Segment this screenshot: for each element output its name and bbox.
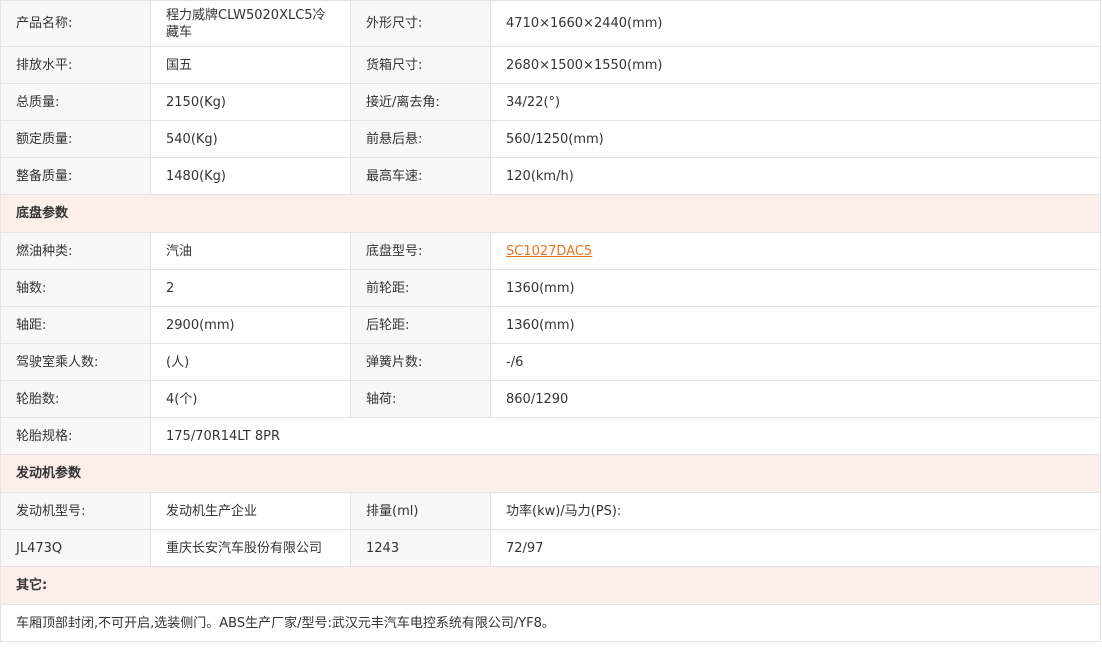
spec-value: 1360(mm): [490, 269, 1101, 307]
spec-value: 540(Kg): [150, 120, 351, 158]
spec-value: 2: [150, 269, 351, 307]
spec-value: 程力威牌CLW5020XLC5冷藏车: [150, 0, 351, 47]
spec-value: 175/70R14LT 8PR: [150, 417, 1101, 455]
spec-label: 驾驶室乘人数:: [0, 343, 151, 381]
engine-header: 发动机型号:: [0, 492, 151, 530]
spec-value: 34/22(°): [490, 83, 1101, 121]
spec-label: 接近/离去角:: [350, 83, 491, 121]
chassis-model-link[interactable]: SC1027DAC5: [506, 244, 592, 259]
spec-value: (人): [150, 343, 351, 381]
spec-value: 4710×1660×2440(mm): [490, 0, 1101, 47]
spec-row: 燃油种类: 汽油 底盘型号: SC1027DAC5: [0, 232, 1101, 270]
spec-value: 1360(mm): [490, 306, 1101, 344]
spec-row: 轴距: 2900(mm) 后轮距: 1360(mm): [0, 306, 1101, 344]
spec-row-product-name: 产品名称: 程力威牌CLW5020XLC5冷藏车 外形尺寸: 4710×1660…: [0, 0, 1101, 47]
spec-label: 总质量:: [0, 83, 151, 121]
chassis-model-cell: SC1027DAC5: [490, 232, 1101, 270]
spec-row-tire-spec: 轮胎规格: 175/70R14LT 8PR: [0, 417, 1101, 455]
spec-label: 轴荷:: [350, 380, 491, 418]
engine-value: 72/97: [490, 529, 1101, 567]
engine-header: 排量(ml): [350, 492, 491, 530]
spec-label: 轴数:: [0, 269, 151, 307]
spec-row: 驾驶室乘人数: (人) 弹簧片数: -/6: [0, 343, 1101, 381]
section-title: 底盘参数: [0, 194, 1101, 233]
engine-header: 功率(kw)/马力(PS):: [490, 492, 1101, 530]
spec-value: 2680×1500×1550(mm): [490, 46, 1101, 84]
spec-label: 燃油种类:: [0, 232, 151, 270]
section-title: 发动机参数: [0, 454, 1101, 493]
other-notes: 车厢顶部封闭,不可开启,选装侧门。ABS生产厂家/型号:武汉元丰汽车电控系统有限…: [0, 604, 1101, 642]
spec-label: 轴距:: [0, 306, 151, 344]
engine-data-row: JL473Q 重庆长安汽车股份有限公司 1243 72/97: [0, 529, 1101, 567]
spec-value: 2150(Kg): [150, 83, 351, 121]
spec-table: 产品名称: 程力威牌CLW5020XLC5冷藏车 外形尺寸: 4710×1660…: [0, 0, 1101, 642]
spec-label: 轮胎数:: [0, 380, 151, 418]
spec-value: 4(个): [150, 380, 351, 418]
spec-label: 后轮距:: [350, 306, 491, 344]
spec-value: 汽油: [150, 232, 351, 270]
engine-value: JL473Q: [0, 529, 151, 567]
spec-label: 额定质量:: [0, 120, 151, 158]
section-header-engine: 发动机参数: [0, 454, 1101, 493]
spec-value: 1480(Kg): [150, 157, 351, 195]
spec-label: 最高车速:: [350, 157, 491, 195]
engine-value: 1243: [350, 529, 491, 567]
spec-row: 排放水平: 国五 货箱尺寸: 2680×1500×1550(mm): [0, 46, 1101, 84]
section-title: 其它:: [0, 566, 1101, 605]
engine-header-row: 发动机型号: 发动机生产企业 排量(ml) 功率(kw)/马力(PS):: [0, 492, 1101, 530]
section-header-other: 其它:: [0, 566, 1101, 605]
spec-value: 2900(mm): [150, 306, 351, 344]
engine-header: 发动机生产企业: [150, 492, 351, 530]
spec-label: 底盘型号:: [350, 232, 491, 270]
spec-value: 国五: [150, 46, 351, 84]
spec-label: 整备质量:: [0, 157, 151, 195]
spec-label: 轮胎规格:: [0, 417, 151, 455]
spec-label: 前悬后悬:: [350, 120, 491, 158]
section-header-chassis: 底盘参数: [0, 194, 1101, 233]
spec-value: 120(km/h): [490, 157, 1101, 195]
other-notes-row: 车厢顶部封闭,不可开启,选装侧门。ABS生产厂家/型号:武汉元丰汽车电控系统有限…: [0, 604, 1101, 642]
spec-label: 产品名称:: [0, 0, 151, 47]
spec-value: 860/1290: [490, 380, 1101, 418]
spec-label: 货箱尺寸:: [350, 46, 491, 84]
spec-row: 总质量: 2150(Kg) 接近/离去角: 34/22(°): [0, 83, 1101, 121]
spec-row: 轴数: 2 前轮距: 1360(mm): [0, 269, 1101, 307]
engine-value: 重庆长安汽车股份有限公司: [150, 529, 351, 567]
spec-row: 整备质量: 1480(Kg) 最高车速: 120(km/h): [0, 157, 1101, 195]
spec-row: 额定质量: 540(Kg) 前悬后悬: 560/1250(mm): [0, 120, 1101, 158]
spec-label: 前轮距:: [350, 269, 491, 307]
spec-label: 弹簧片数:: [350, 343, 491, 381]
spec-value: 560/1250(mm): [490, 120, 1101, 158]
spec-label: 外形尺寸:: [350, 0, 491, 47]
spec-value: -/6: [490, 343, 1101, 381]
spec-row: 轮胎数: 4(个) 轴荷: 860/1290: [0, 380, 1101, 418]
spec-label: 排放水平:: [0, 46, 151, 84]
